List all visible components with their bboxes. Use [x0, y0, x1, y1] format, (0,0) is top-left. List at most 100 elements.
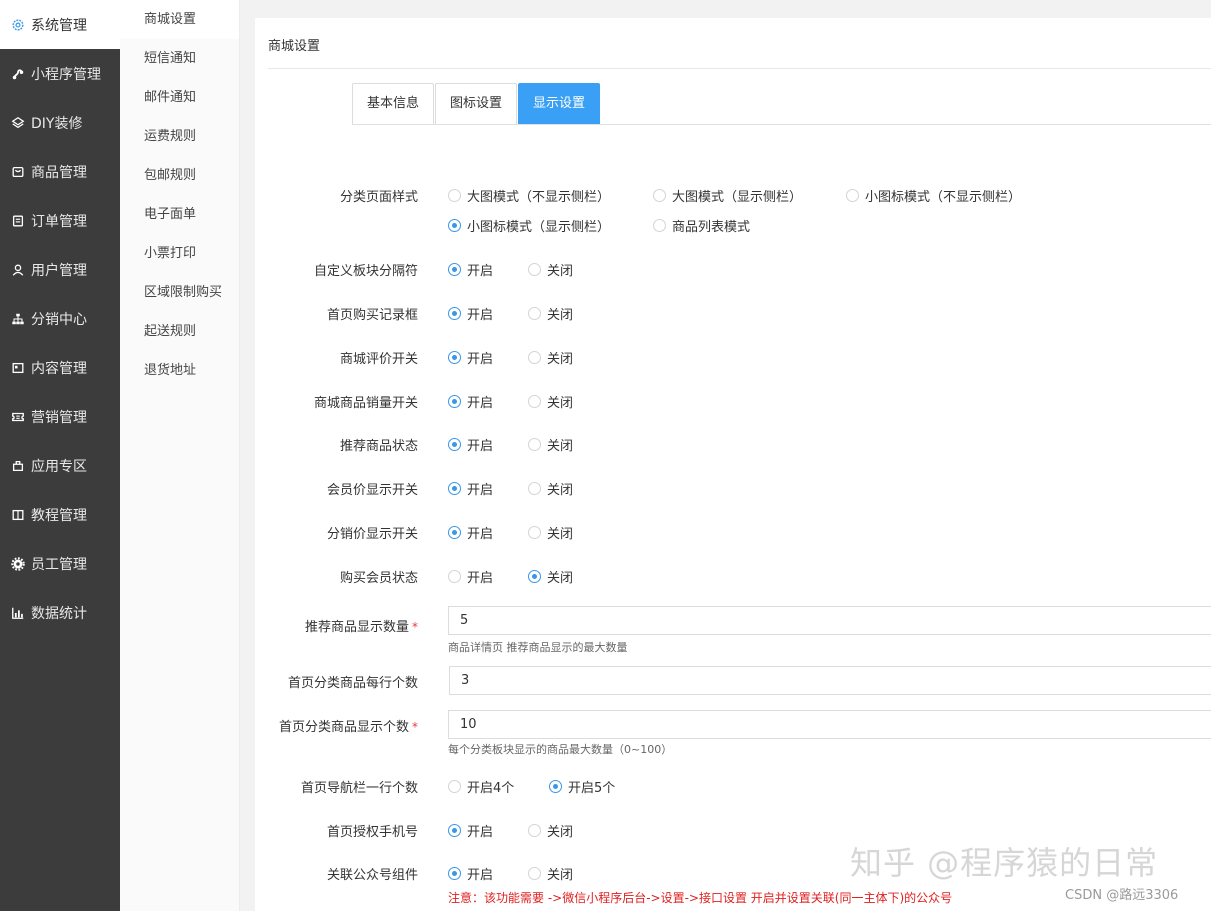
radio-option-on[interactable]: 开启 — [448, 260, 528, 279]
radio-circle-checked — [448, 526, 461, 539]
radio-circle — [528, 307, 541, 320]
radio-option[interactable]: 开启4个 — [448, 777, 549, 796]
sidebar-item-system[interactable]: 系统管理 — [0, 0, 120, 49]
radio-circle-checked — [448, 219, 461, 232]
radio-option-on[interactable]: 开启 — [448, 435, 528, 454]
help-text: 每个分类板块显示的商品最大数量（0~100） — [448, 743, 673, 756]
radio-group: 开启 关闭 — [448, 523, 573, 542]
radio-option[interactable]: 开启 — [448, 821, 528, 840]
order-clipboard-icon — [10, 213, 26, 229]
radio-option-off[interactable]: 关闭 — [528, 479, 573, 498]
home-cat-count-input[interactable] — [448, 710, 1211, 739]
home-cat-per-row-input[interactable] — [449, 666, 1211, 695]
radio-circle-checked — [448, 438, 461, 451]
submenu-item-return-address[interactable]: 退货地址 — [120, 351, 239, 390]
submenu-item-email[interactable]: 邮件通知 — [120, 78, 239, 117]
radio-label: 关闭 — [547, 825, 574, 840]
submenu-item-free-shipping[interactable]: 包邮规则 — [120, 156, 239, 195]
radio-label: 开启 — [467, 308, 494, 323]
help-text: 商品详情页 推荐商品显示的最大数量 — [448, 641, 628, 654]
sidebar-item-orders[interactable]: 订单管理 — [0, 196, 120, 245]
radio-label: 商品列表模式 — [672, 220, 751, 235]
radio-group: 开启 关闭 — [448, 304, 573, 323]
distribution-tree-icon — [10, 311, 26, 327]
field-label: 商城商品销量开关 — [313, 396, 418, 411]
tab-bar: 基本信息 图标设置 显示设置 — [352, 83, 601, 125]
radio-option[interactable]: 开启5个 — [549, 777, 615, 796]
gear-outline-icon — [10, 17, 26, 33]
radio-group: 开启4个 开启5个 — [448, 777, 615, 796]
radio-option[interactable]: 开启 — [448, 864, 528, 883]
tab-basic-info[interactable]: 基本信息 — [352, 83, 435, 125]
radio-label: 关闭 — [547, 483, 574, 498]
radio-option-off[interactable]: 关闭 — [528, 523, 573, 542]
radio-circle — [528, 482, 541, 495]
radio-label: 开启 — [467, 439, 494, 454]
radio-option-on[interactable]: 开启 — [448, 304, 528, 323]
sidebar-item-staff[interactable]: 员工管理 — [0, 539, 120, 588]
tab-icon-settings[interactable]: 图标设置 — [435, 83, 518, 125]
radio-option[interactable]: 关闭 — [528, 864, 573, 883]
sidebar-item-statistics[interactable]: 数据统计 — [0, 588, 120, 637]
field-label: 关联公众号组件 — [326, 868, 418, 883]
sidebar-item-distribution[interactable]: 分销中心 — [0, 294, 120, 343]
sidebar-item-users[interactable]: 用户管理 — [0, 245, 120, 294]
radio-option-off[interactable]: 关闭 — [528, 304, 573, 323]
radio-option-off[interactable]: 关闭 — [528, 392, 573, 411]
required-asterisk: * — [412, 620, 418, 634]
sidebar-item-marketing[interactable]: 营销管理 — [0, 392, 120, 441]
sidebar-item-miniprogram[interactable]: 小程序管理 — [0, 49, 120, 98]
radio-circle-checked — [528, 570, 541, 583]
sidebar-item-label: 内容管理 — [31, 360, 87, 377]
credit-text: CSDN @路远3306 — [1065, 884, 1179, 903]
radio-option[interactable]: 商品列表模式 — [653, 216, 750, 235]
settings-panel: 商城设置 基本信息 图标设置 显示设置 分类页面样式 大图模式（不显示侧栏） 大… — [255, 18, 1211, 911]
radio-circle — [528, 263, 541, 276]
submenu-item-sms[interactable]: 短信通知 — [120, 39, 239, 78]
submenu-item-mall-settings[interactable]: 商城设置 — [120, 0, 239, 39]
sidebar-item-content[interactable]: 内容管理 — [0, 343, 120, 392]
submenu-item-freight[interactable]: 运费规则 — [120, 117, 239, 156]
radio-option-off[interactable]: 关闭 — [528, 567, 573, 586]
radio-group: 开启 关闭 — [448, 821, 573, 840]
bar-chart-icon — [10, 605, 26, 621]
submenu-item-min-delivery[interactable]: 起送规则 — [120, 312, 239, 351]
radio-option-on[interactable]: 开启 — [448, 479, 528, 498]
sidebar-item-label: 员工管理 — [31, 556, 87, 573]
sidebar-item-diy[interactable]: DIY装修 — [0, 98, 120, 147]
radio-circle — [528, 526, 541, 539]
radio-label: 开启5个 — [568, 781, 616, 796]
radio-option-on[interactable]: 开启 — [448, 523, 528, 542]
tab-display-settings[interactable]: 显示设置 — [518, 83, 601, 125]
submenu-item-receipt-print[interactable]: 小票打印 — [120, 234, 239, 273]
radio-circle — [528, 438, 541, 451]
radio-option-off[interactable]: 关闭 — [528, 260, 573, 279]
radio-option[interactable]: 小图标模式（显示侧栏） — [448, 216, 653, 235]
sidebar-item-apps[interactable]: 应用专区 — [0, 441, 120, 490]
recommend-count-input[interactable] — [448, 606, 1211, 635]
content-doc-icon — [10, 360, 26, 376]
radio-label: 关闭 — [547, 352, 574, 367]
radio-option-on[interactable]: 开启 — [448, 392, 528, 411]
sidebar-item-label: 营销管理 — [31, 409, 87, 426]
radio-option-off[interactable]: 关闭 — [528, 435, 573, 454]
radio-circle — [448, 570, 461, 583]
radio-option[interactable]: 关闭 — [528, 821, 573, 840]
radio-option-off[interactable]: 关闭 — [528, 348, 573, 367]
submenu-item-e-waybill[interactable]: 电子面单 — [120, 195, 239, 234]
radio-option[interactable]: 大图模式（显示侧栏） — [653, 186, 846, 205]
radio-option[interactable]: 小图标模式（不显示侧栏） — [846, 186, 1021, 205]
radio-label: 小图标模式（显示侧栏） — [467, 220, 611, 235]
radio-circle-checked — [448, 482, 461, 495]
radio-option-on[interactable]: 开启 — [448, 567, 528, 586]
radio-option-on[interactable]: 开启 — [448, 348, 528, 367]
radio-option[interactable]: 大图模式（不显示侧栏） — [448, 186, 653, 205]
submenu-item-region-limit[interactable]: 区域限制购买 — [120, 273, 239, 312]
sidebar-item-tutorial[interactable]: 教程管理 — [0, 490, 120, 539]
radio-circle — [528, 395, 541, 408]
radio-circle-checked — [549, 780, 562, 793]
radio-group: 开启 关闭 — [448, 348, 573, 367]
sidebar-item-goods[interactable]: 商品管理 — [0, 147, 120, 196]
radio-circle — [528, 867, 541, 880]
radio-label: 开启 — [467, 483, 494, 498]
